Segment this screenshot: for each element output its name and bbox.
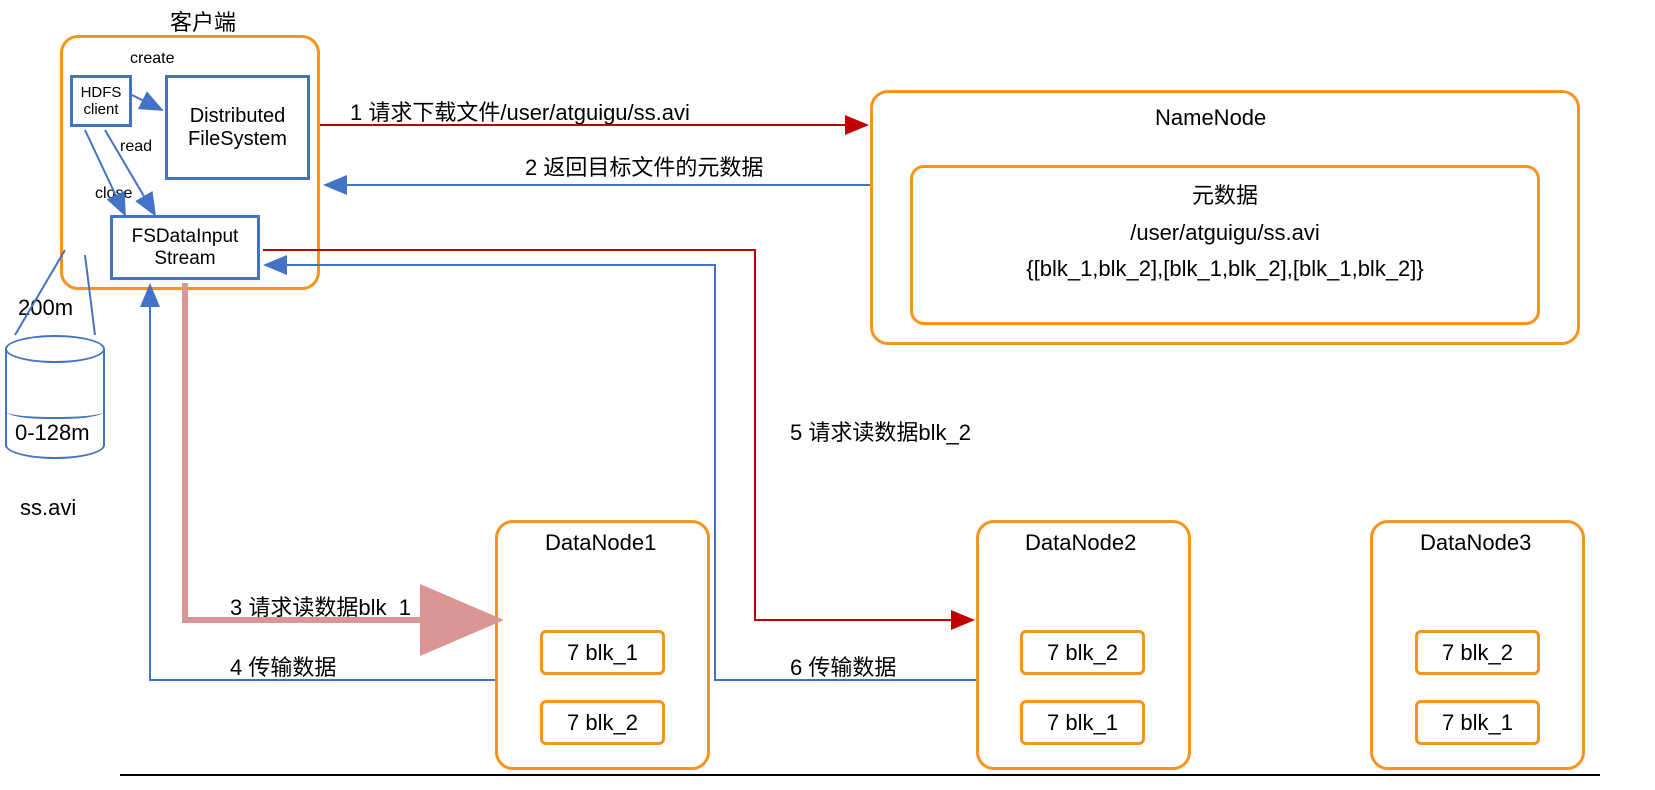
dn1-block1: 7 blk_1 [540,630,665,675]
file-range-label: 0-128m [15,420,90,446]
distributed-filesystem-box: Distributed FileSystem [165,75,310,180]
step5-label: 5 请求读数据blk_2 [790,415,971,447]
dn1-block2: 7 blk_2 [540,700,665,745]
hdfs-client-box: HDFS client [70,75,132,127]
read-label: read [120,138,152,156]
datanode3-title: DataNode3 [1420,530,1531,556]
step3-label: 3 请求读数据blk_1 [230,590,411,622]
create-label: create [130,50,174,68]
file-name-label: ss.avi [20,495,76,521]
namenode-title: NameNode [1155,105,1266,131]
dn3-block1: 7 blk_2 [1415,630,1540,675]
metadata-box: 元数据 /user/atguigu/ss.avi {[blk_1,blk_2],… [910,165,1540,325]
step4-label: 4 传输数据 [230,650,336,682]
datanode1-title: DataNode1 [545,530,656,556]
metadata-path: /user/atguigu/ss.avi [913,220,1537,246]
step6-label: 6 传输数据 [790,650,896,682]
dn2-block1: 7 blk_2 [1020,630,1145,675]
fsdatainputstream-box: FSDataInput Stream [110,215,260,280]
datanode2-title: DataNode2 [1025,530,1136,556]
step1-label: 1 请求下载文件/user/atguigu/ss.avi [350,95,690,127]
close-label: close [95,185,132,203]
client-title: 客户端 [170,5,236,37]
dn3-block2: 7 blk_1 [1415,700,1540,745]
file-size-label: 200m [18,295,73,321]
step2-label: 2 返回目标文件的元数据 [525,150,763,182]
metadata-title: 元数据 [913,178,1537,210]
metadata-blocks: {[blk_1,blk_2],[blk_1,blk_2],[blk_1,blk_… [913,256,1537,282]
dn2-block2: 7 blk_1 [1020,700,1145,745]
